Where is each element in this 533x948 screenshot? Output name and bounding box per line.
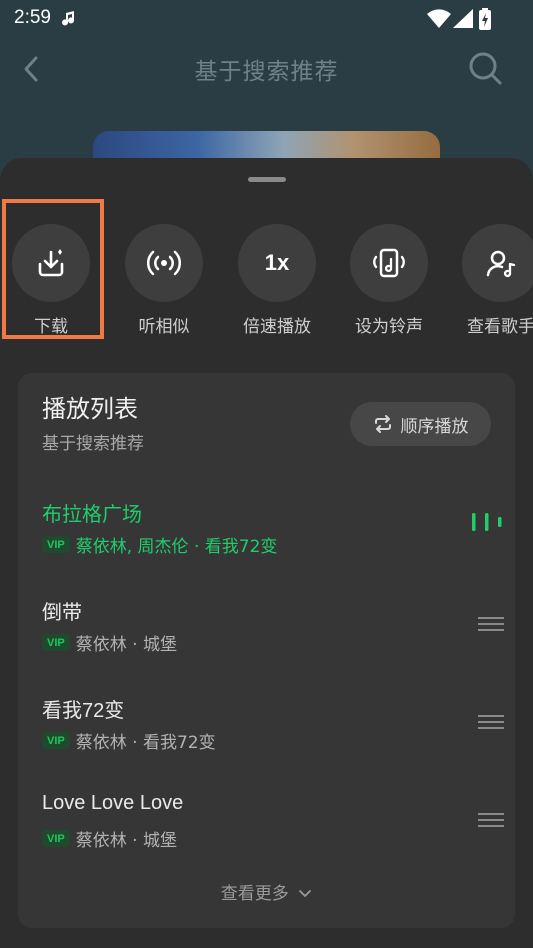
ringtone-icon [373,248,405,278]
vip-badge: VIP [42,732,70,749]
track-row[interactable]: Love Love Love VIP 蔡依林 · 城堡 [42,792,504,862]
signal-icon [453,9,473,28]
playlist-title: 播放列表 [42,395,138,423]
action-speed[interactable]: 1x 倍速播放 [222,224,332,339]
singer-icon [486,250,516,278]
vip-badge: VIP [42,634,70,651]
now-playing-icon [472,513,502,531]
vip-badge: VIP [42,536,70,553]
track-meta: VIP 蔡依林 · 看我72变 [42,728,216,753]
play-order-label: 顺序播放 [400,416,469,437]
drag-handle-icon[interactable] [478,812,504,828]
chevron-down-icon [299,890,312,898]
track-title: 倒带 [42,602,82,624]
action-label-speed: 倍速播放 [243,317,311,337]
playlist-subtitle: 基于搜索推荐 [42,434,144,454]
speed-icon: 1x [264,250,290,275]
search-icon[interactable] [467,50,503,86]
track-title: 看我72变 [42,700,125,722]
sheet-drag-handle[interactable] [248,177,286,182]
track-meta: VIP 蔡依林 · 城堡 [42,826,177,851]
action-similar[interactable]: 听相似 [109,224,219,339]
vip-badge: VIP [42,830,70,847]
track-title: 布拉格广场 [42,504,142,526]
track-artist-album: 蔡依林 · 城堡 [75,635,177,655]
action-singer[interactable]: 查看歌手 [446,224,533,339]
page-title: 基于搜索推荐 [194,59,339,85]
action-label-singer: 查看歌手 [467,317,533,337]
track-artist-album: 蔡依林 · 城堡 [75,831,177,851]
action-ringtone[interactable]: 设为铃声 [334,224,444,339]
download-highlight-box [2,199,104,339]
track-artist-album: 蔡依林, 周杰伦 · 看我72变 [75,537,278,557]
battery-icon [479,8,491,30]
track-meta: VIP 蔡依林, 周杰伦 · 看我72变 [42,532,277,557]
music-app-icon [62,11,75,26]
show-more-label: 查看更多 [220,884,289,904]
track-row[interactable]: 倒带 VIP 蔡依林 · 城堡 [42,596,504,666]
status-time: 2:59 [14,7,51,28]
track-artist-album: 蔡依林 · 看我72变 [75,733,216,753]
playlist-card: 播放列表 基于搜索推荐 顺序播放 布拉格广场 VIP 蔡依林, 周杰伦 · 看我… [18,373,515,928]
drag-handle-icon[interactable] [478,714,504,730]
page-header: 基于搜索推荐 [0,36,533,102]
action-label-similar: 听相似 [138,317,190,337]
track-title: Love Love Love [42,792,184,814]
status-icons [427,8,493,30]
broadcast-icon [147,250,181,276]
play-order-button[interactable]: 顺序播放 [350,402,491,446]
drag-handle-icon[interactable] [478,616,504,632]
status-bar: 2:59 [0,0,533,36]
track-row[interactable]: 看我72变 VIP 蔡依林 · 看我72变 [42,694,504,764]
bottom-sheet: 下载 听相似 1x 倍速播放 设为铃声 查看歌手 播放列表 基于搜索推荐 顺序播… [0,158,533,948]
action-label-ringtone: 设为铃声 [355,317,423,337]
wifi-icon [427,9,451,28]
track-row[interactable]: 布拉格广场 VIP 蔡依林, 周杰伦 · 看我72变 [42,498,502,568]
repeat-icon [374,415,391,433]
show-more-link[interactable]: 查看更多 [18,879,515,904]
track-meta: VIP 蔡依林 · 城堡 [42,630,177,655]
